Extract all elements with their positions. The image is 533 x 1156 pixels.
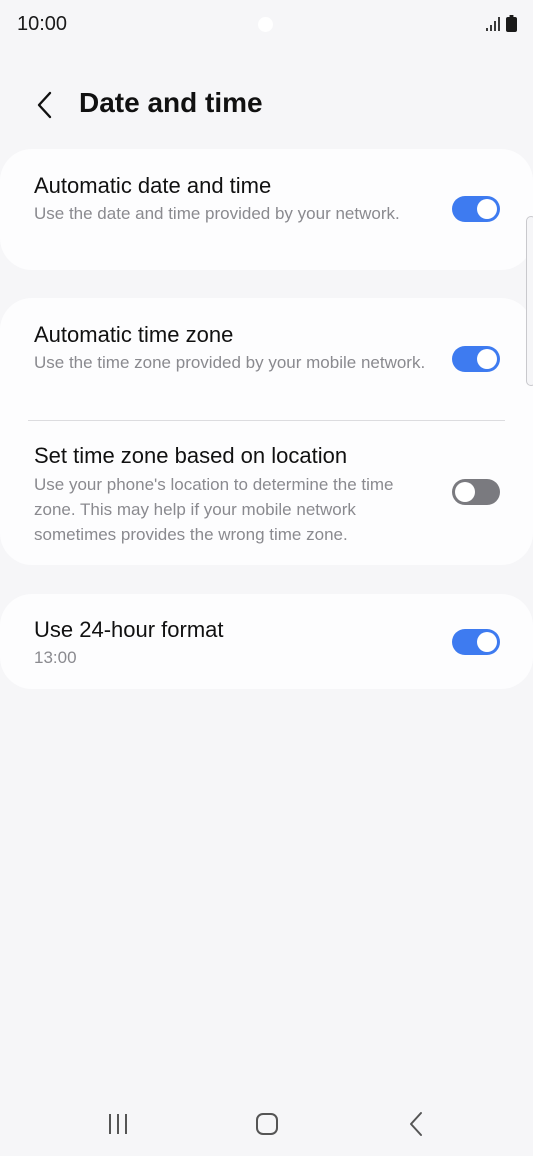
setting-description: 13:00	[34, 648, 77, 667]
navigation-bar	[0, 1090, 533, 1156]
back-icon	[410, 1112, 422, 1136]
setting-title: Use 24-hour format	[34, 617, 224, 642]
home-icon	[256, 1113, 278, 1135]
setting-automatic-time-zone[interactable]: Automatic time zone Use the time zone pr…	[0, 298, 533, 420]
screen: 10:00 Date and time Automatic date and t…	[0, 0, 533, 1156]
setting-description: Use the time zone provided by your mobil…	[34, 353, 426, 372]
battery-icon	[506, 15, 517, 32]
status-bar: 10:00	[0, 0, 533, 50]
scroll-indicator[interactable]	[526, 216, 533, 386]
signal-icon	[486, 17, 500, 31]
toggle-knob	[455, 482, 475, 502]
camera-dot	[258, 17, 273, 32]
setting-time-zone-location[interactable]: Set time zone based on location Use your…	[0, 421, 533, 565]
toggle-knob	[477, 632, 497, 652]
setting-description: Use your phone's location to determine t…	[34, 475, 394, 544]
settings-card-24-hour: Use 24-hour format 13:00	[0, 594, 533, 689]
toggle-time-zone-location[interactable]	[452, 479, 500, 505]
page-title: Date and time	[79, 87, 263, 118]
chevron-left-icon	[37, 91, 52, 119]
settings-card-time-zone: Automatic time zone Use the time zone pr…	[0, 298, 533, 565]
recent-apps-icon	[109, 1114, 127, 1134]
toggle-knob	[477, 199, 497, 219]
recent-apps-button[interactable]	[98, 1108, 138, 1140]
setting-title: Set time zone based on location	[34, 443, 348, 468]
setting-description: Use the date and time provided by your n…	[34, 204, 400, 223]
back-nav-button[interactable]	[397, 1108, 437, 1140]
setting-24-hour-format[interactable]: Use 24-hour format 13:00	[0, 594, 533, 689]
toggle-24-hour-format[interactable]	[452, 629, 500, 655]
settings-card-automatic-date: Automatic date and time Use the date and…	[0, 149, 533, 270]
home-button[interactable]	[247, 1108, 287, 1140]
status-time: 10:00	[17, 13, 68, 35]
setting-automatic-date-and-time[interactable]: Automatic date and time Use the date and…	[0, 149, 533, 270]
toggle-automatic-time-zone[interactable]	[452, 346, 500, 372]
setting-title: Automatic date and time	[34, 173, 272, 198]
setting-title: Automatic time zone	[34, 322, 234, 347]
back-button[interactable]	[28, 86, 62, 124]
toggle-knob	[477, 349, 497, 369]
toggle-automatic-date-and-time[interactable]	[452, 196, 500, 222]
